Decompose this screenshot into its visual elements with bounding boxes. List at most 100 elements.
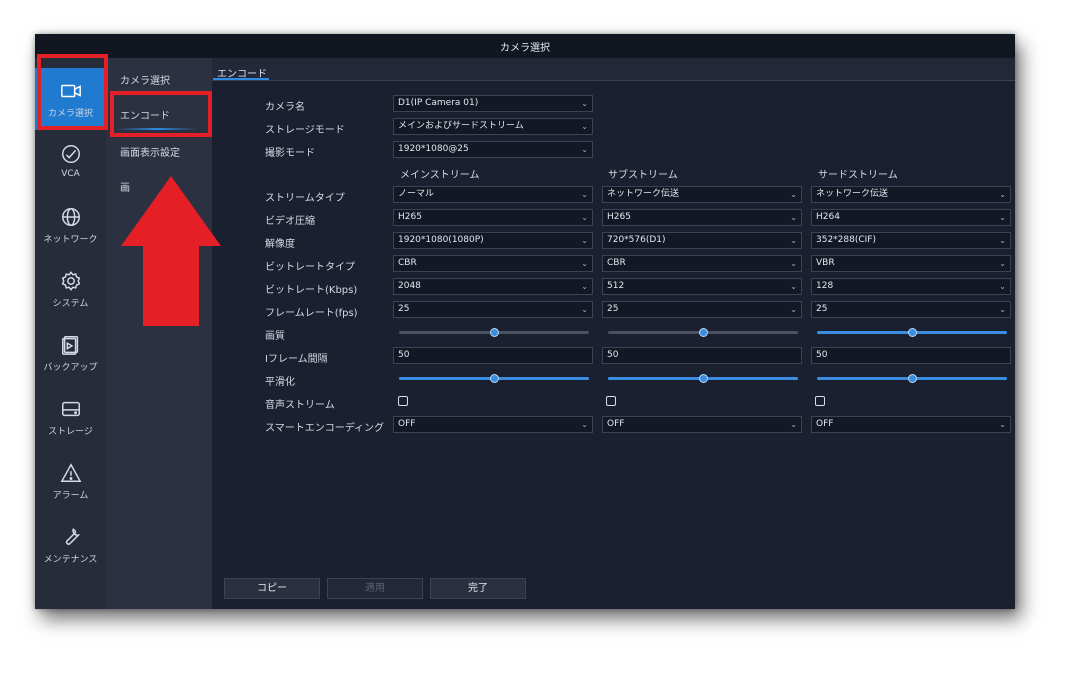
third-quality-slider[interactable] [817, 328, 1007, 337]
third-stream-type-select[interactable]: ネットワーク伝送 ⌄ [811, 186, 1011, 203]
main-video-compression-select[interactable]: H265 ⌄ [393, 209, 593, 226]
main-frame-rate-select[interactable]: 25 ⌄ [393, 301, 593, 318]
slider-knob[interactable] [490, 328, 499, 337]
chevron-down-icon: ⌄ [581, 99, 588, 108]
camera-name-value: D1(IP Camera 01) [398, 98, 479, 108]
select-value: ノーマル [398, 189, 435, 199]
red-arrow-up-icon [121, 176, 221, 326]
copy-button[interactable]: コピー [224, 578, 320, 599]
iframe-interval-label: Iフレーム間隔 [265, 354, 328, 365]
third-bitrate-type-select[interactable]: VBR ⌄ [811, 255, 1011, 272]
third-smart-encoding-select[interactable]: OFF ⌄ [811, 416, 1011, 433]
third-resolution-select[interactable]: 352*288(CIF) ⌄ [811, 232, 1011, 249]
frame-rate-label: フレームレート(fps) [265, 308, 358, 319]
select-value: H265 [607, 212, 631, 222]
sub-iframe-interval-input[interactable]: 50 [602, 347, 802, 364]
nav-label: アラーム [52, 490, 89, 501]
main-resolution-select[interactable]: 1920*1080(1080P) ⌄ [393, 232, 593, 249]
nav-item-storage[interactable]: ストレージ [35, 386, 106, 448]
nav-item-maintenance[interactable]: メンテナンス [35, 514, 106, 576]
submenu-item-camera-select[interactable]: カメラ選択 [120, 72, 170, 87]
select-value: CBR [398, 258, 417, 268]
chevron-down-icon: ⌄ [999, 282, 1006, 291]
main-quality-slider[interactable] [399, 328, 589, 337]
column-main-stream: メインストリーム [400, 170, 480, 181]
chevron-down-icon: ⌄ [999, 190, 1006, 199]
chevron-down-icon: ⌄ [999, 213, 1006, 222]
capture-mode-select[interactable]: 1920*1080@25 ⌄ [393, 141, 593, 158]
nav-label: バックアップ [43, 362, 98, 373]
select-value: ネットワーク伝送 [816, 189, 889, 199]
sub-stream-type-select[interactable]: ネットワーク伝送 ⌄ [602, 186, 802, 203]
audio-stream-label: 音声ストリーム [265, 400, 335, 411]
sub-bitrate-select[interactable]: 512 ⌄ [602, 278, 802, 295]
main-iframe-interval-input[interactable]: 50 [393, 347, 593, 364]
select-value: H265 [398, 212, 422, 222]
submenu-item-display-settings[interactable]: 画面表示設定 [120, 144, 180, 159]
nav-label: メンテナンス [43, 554, 98, 565]
third-smoothing-slider[interactable] [817, 374, 1007, 383]
globe-icon [61, 207, 80, 226]
slider-knob[interactable] [699, 374, 708, 383]
vca-icon [61, 145, 80, 163]
nav-item-vca[interactable]: VCA [35, 130, 106, 192]
submenu [106, 58, 212, 609]
nav-item-system[interactable]: システム [35, 258, 106, 320]
select-value: OFF [816, 419, 834, 429]
submenu-item-encode[interactable]: エンコード [120, 107, 170, 122]
sub-smart-encoding-select[interactable]: OFF ⌄ [602, 416, 802, 433]
main-bitrate-select[interactable]: 2048 ⌄ [393, 278, 593, 295]
bitrate-label: ビットレート(Kbps) [265, 285, 358, 296]
slider-knob[interactable] [908, 374, 917, 383]
sub-quality-slider[interactable] [608, 328, 798, 337]
select-value: 1920*1080(1080P) [398, 235, 484, 245]
third-iframe-interval-input[interactable]: 50 [811, 347, 1011, 364]
chevron-down-icon: ⌄ [790, 305, 797, 314]
select-value: 512 [607, 281, 625, 291]
select-value: 25 [816, 304, 828, 314]
select-value: 720*576(D1) [607, 235, 666, 245]
main-audio-stream-checkbox[interactable] [398, 396, 408, 406]
slider-knob[interactable] [490, 374, 499, 383]
nav-item-network[interactable]: ネットワーク [35, 194, 106, 256]
done-button[interactable]: 完了 [430, 578, 526, 599]
main-stream-type-select[interactable]: ノーマル ⌄ [393, 186, 593, 203]
third-video-compression-select[interactable]: H264 ⌄ [811, 209, 1011, 226]
storage-mode-select[interactable]: メインおよびサードストリーム ⌄ [393, 118, 593, 135]
tab-active-indicator [213, 78, 269, 80]
main-smart-encoding-select[interactable]: OFF ⌄ [393, 416, 593, 433]
slider-knob[interactable] [908, 328, 917, 337]
sub-video-compression-select[interactable]: H265 ⌄ [602, 209, 802, 226]
camera-name-label: カメラ名 [265, 102, 305, 113]
nav-item-backup[interactable]: バックアップ [35, 322, 106, 384]
camera-name-select[interactable]: D1(IP Camera 01) ⌄ [393, 95, 593, 112]
sub-frame-rate-select[interactable]: 25 ⌄ [602, 301, 802, 318]
sub-resolution-select[interactable]: 720*576(D1) ⌄ [602, 232, 802, 249]
chevron-down-icon: ⌄ [790, 282, 797, 291]
third-bitrate-select[interactable]: 128 ⌄ [811, 278, 1011, 295]
main-bitrate-type-select[interactable]: CBR ⌄ [393, 255, 593, 272]
chevron-down-icon: ⌄ [581, 190, 588, 199]
select-value: CBR [607, 258, 626, 268]
capture-mode-label: 撮影モード [265, 148, 315, 159]
apply-button[interactable]: 適用 [327, 578, 423, 599]
column-third-stream: サードストリーム [818, 170, 898, 181]
warning-icon [60, 462, 81, 482]
nav-label: システム [52, 298, 89, 309]
select-value: VBR [816, 258, 835, 268]
slider-knob[interactable] [699, 328, 708, 337]
nav-label: カメラ選択 [47, 108, 93, 119]
window-title: カメラ選択 [35, 34, 1015, 58]
smart-encoding-label: スマートエンコーディング [265, 423, 384, 434]
nav-item-alarm[interactable]: アラーム [35, 450, 106, 512]
third-frame-rate-select[interactable]: 25 ⌄ [811, 301, 1011, 318]
capture-mode-value: 1920*1080@25 [398, 144, 469, 154]
select-value: OFF [607, 419, 625, 429]
sub-smoothing-slider[interactable] [608, 374, 798, 383]
sub-audio-stream-checkbox[interactable] [606, 396, 616, 406]
main-smoothing-slider[interactable] [399, 374, 589, 383]
nav-item-camera[interactable]: カメラ選択 [35, 68, 106, 130]
third-audio-stream-checkbox[interactable] [815, 396, 825, 406]
sub-bitrate-type-select[interactable]: CBR ⌄ [602, 255, 802, 272]
chevron-down-icon: ⌄ [999, 305, 1006, 314]
